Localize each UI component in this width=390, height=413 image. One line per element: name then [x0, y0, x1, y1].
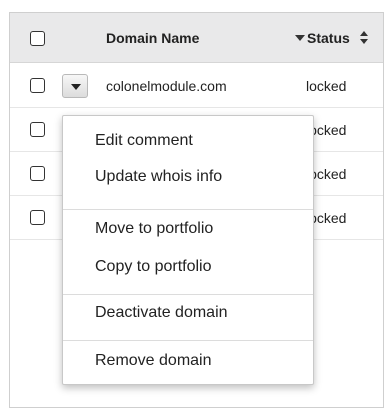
row-checkbox[interactable]	[30, 122, 45, 137]
table-header: Domain Name Status	[10, 13, 383, 63]
menu-divider	[63, 294, 313, 295]
menu-divider	[63, 340, 313, 341]
row-actions-dropdown-button[interactable]	[62, 74, 88, 98]
domain-name-column-header[interactable]: Domain Name	[106, 30, 199, 46]
row-checkbox[interactable]	[30, 166, 45, 181]
domain-name-cell[interactable]: colonelmodule.com	[106, 78, 227, 94]
menu-item-edit-comment[interactable]: Edit comment	[95, 132, 193, 150]
sort-toggle-icon[interactable]	[360, 31, 370, 45]
row-checkbox[interactable]	[30, 78, 45, 93]
table-row: colonelmodule.com locked	[10, 64, 383, 108]
menu-item-deactivate-domain[interactable]: Deactivate domain	[95, 304, 228, 322]
chevron-down-icon	[71, 84, 81, 90]
select-all-checkbox[interactable]	[30, 31, 45, 46]
status-cell: locked	[306, 78, 347, 94]
sort-desc-arrow-icon[interactable]	[295, 35, 305, 41]
sort-down-icon	[360, 39, 368, 44]
row-checkbox[interactable]	[30, 210, 45, 225]
status-column-header[interactable]: Status	[307, 30, 350, 46]
menu-item-remove-domain[interactable]: Remove domain	[95, 352, 212, 370]
row-actions-menu: Edit comment Update whois info Move to p…	[62, 115, 314, 385]
menu-divider	[63, 209, 313, 210]
menu-item-update-whois[interactable]: Update whois info	[95, 168, 222, 186]
menu-item-copy-to-portfolio[interactable]: Copy to portfolio	[95, 258, 212, 276]
menu-item-move-to-portfolio[interactable]: Move to portfolio	[95, 220, 213, 238]
sort-up-icon	[360, 31, 368, 36]
domain-table-panel: Domain Name Status colonelmodule.com loc…	[9, 12, 384, 408]
